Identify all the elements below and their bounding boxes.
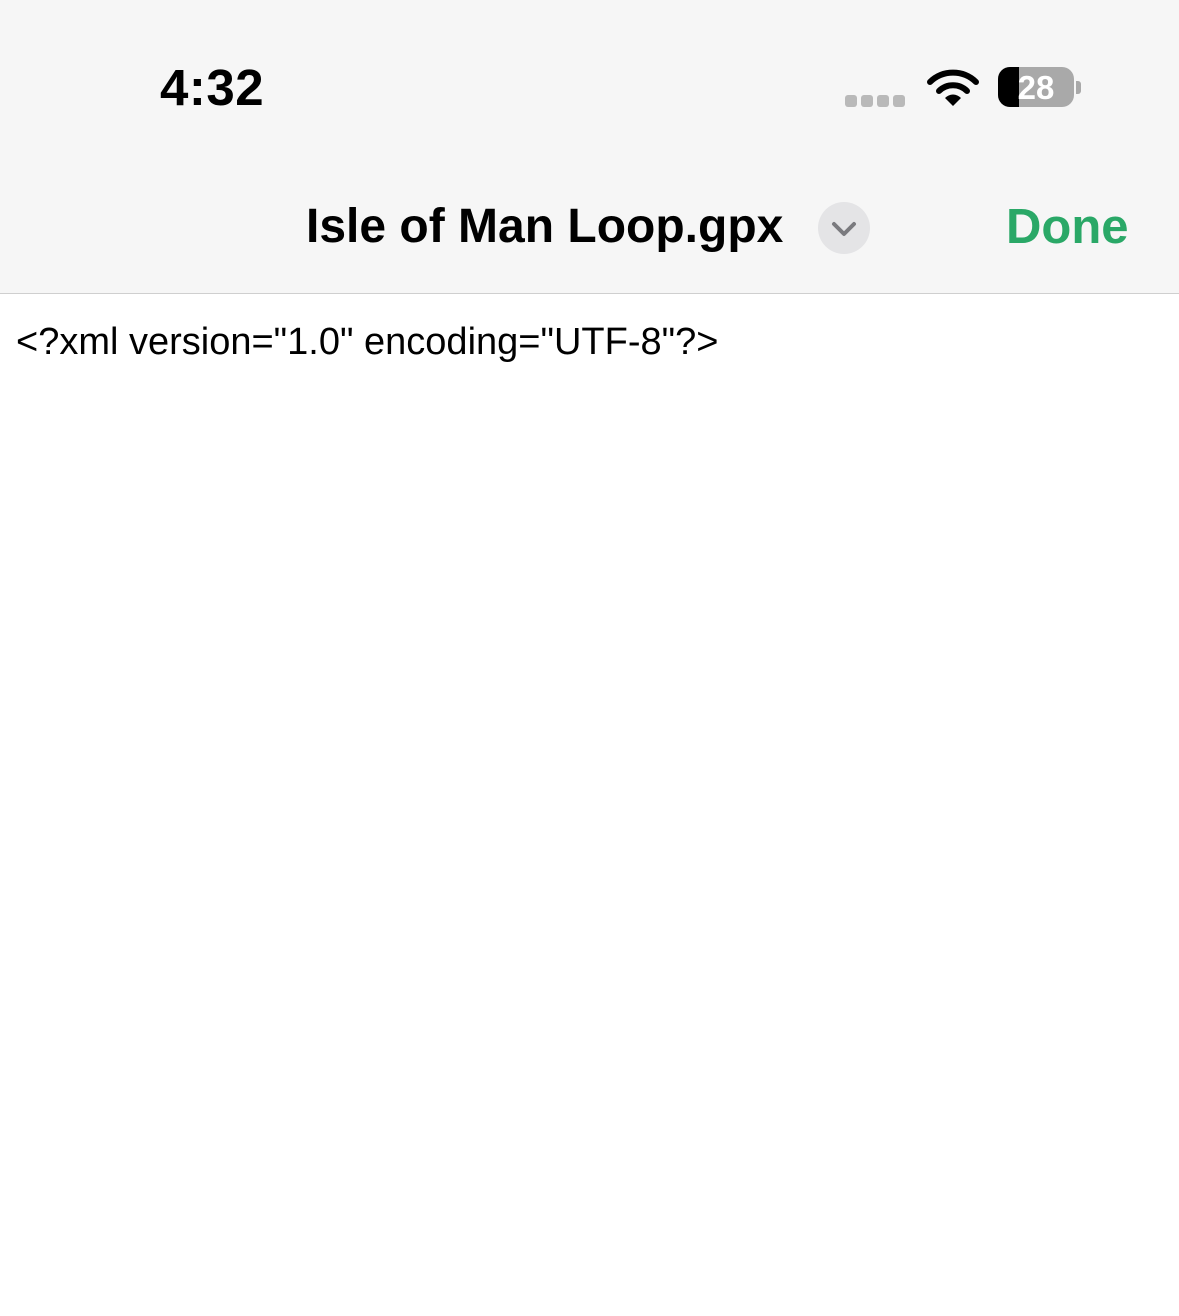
document-line: <?xml version="1.0" encoding="UTF-8"?> bbox=[16, 321, 719, 363]
header: 4:32 28 Isle of Man Loop.gpx Done bbox=[0, 0, 1179, 294]
battery-level-text: 28 bbox=[1017, 69, 1055, 106]
battery-icon: 28 bbox=[998, 67, 1082, 109]
document-title[interactable]: Isle of Man Loop.gpx bbox=[306, 198, 783, 256]
status-time: 4:32 bbox=[160, 59, 265, 116]
quick-look-screen: 4:32 28 Isle of Man Loop.gpx Done <?xml … bbox=[0, 0, 1179, 1316]
battery-body: 28 bbox=[998, 67, 1074, 107]
done-button[interactable]: Done bbox=[1006, 198, 1129, 256]
battery-cap bbox=[1076, 81, 1081, 94]
cellular-signal-icon bbox=[845, 95, 905, 107]
chevron-down-icon[interactable] bbox=[818, 202, 870, 254]
wifi-icon bbox=[926, 68, 980, 108]
document-content[interactable]: <?xml version="1.0" encoding="UTF-8"?> bbox=[0, 294, 1179, 1316]
